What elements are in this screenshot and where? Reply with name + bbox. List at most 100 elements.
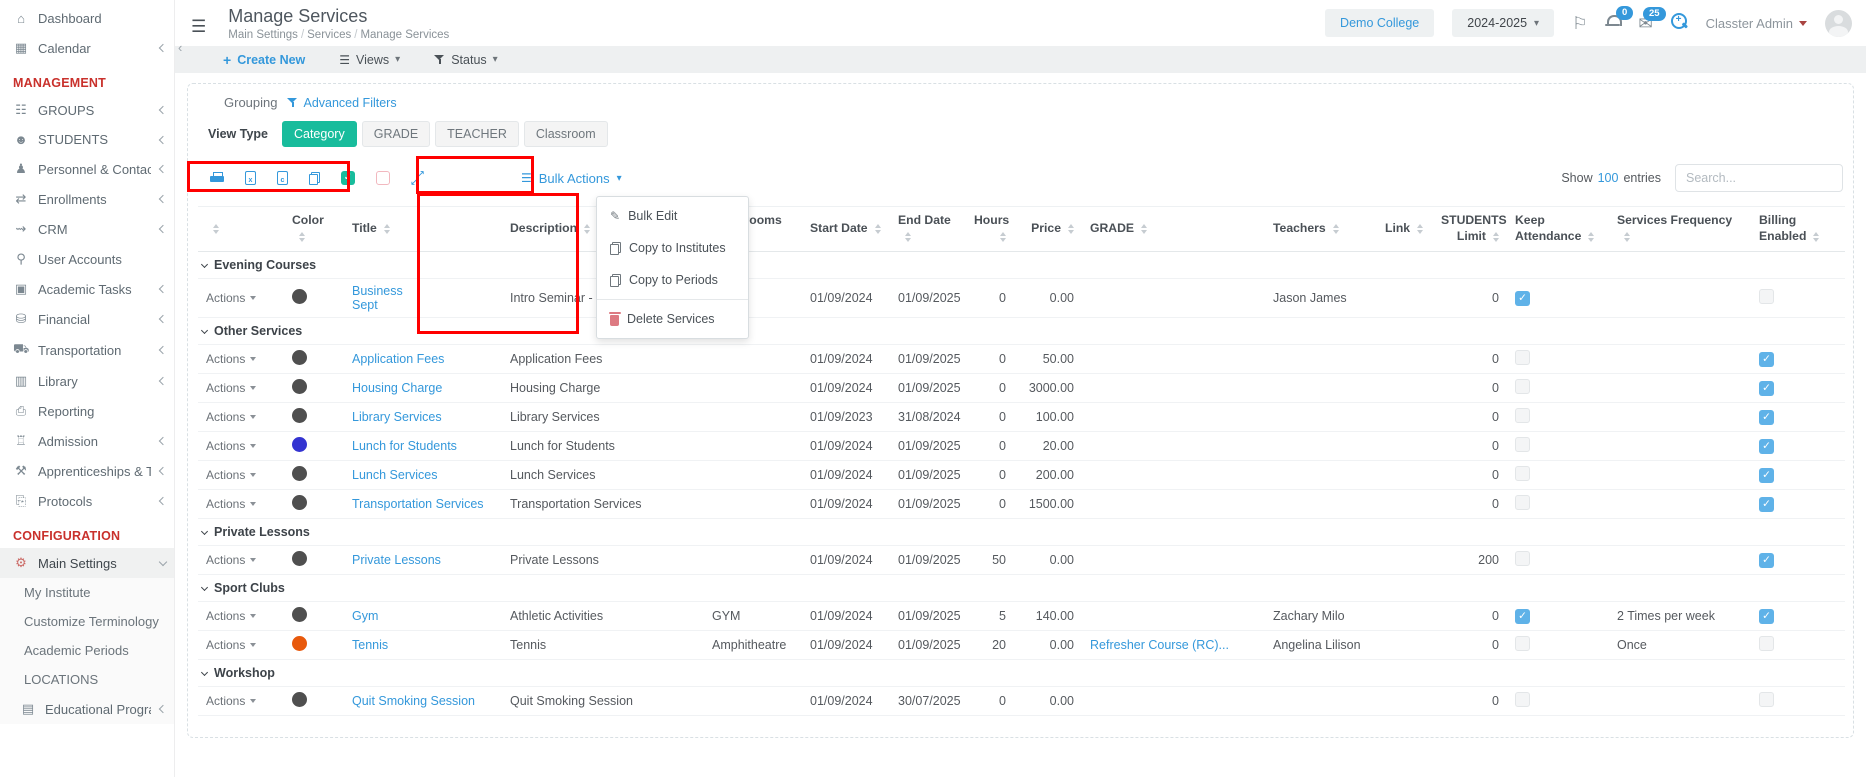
- row-actions-button[interactable]: Actions: [206, 553, 256, 567]
- billing-enabled-checkbox[interactable]: [1759, 692, 1774, 707]
- breadcrumb-item[interactable]: Services: [307, 29, 351, 41]
- zoom-search-icon[interactable]: [1671, 13, 1688, 33]
- advanced-filters-link[interactable]: Advanced Filters: [287, 96, 396, 110]
- sidebar-item-admission[interactable]: ♖Admission: [0, 426, 174, 456]
- breadcrumb-item[interactable]: Main Settings: [228, 29, 298, 41]
- keep-attendance-checkbox[interactable]: [1515, 437, 1530, 452]
- billing-enabled-checkbox[interactable]: ✓: [1759, 468, 1774, 483]
- column-header-link[interactable]: Link: [1377, 207, 1433, 252]
- column-header-teachers[interactable]: Teachers: [1265, 207, 1377, 252]
- sort-icon[interactable]: [1417, 224, 1423, 234]
- institute-button[interactable]: Demo College: [1325, 9, 1434, 37]
- sidebar-item-locations[interactable]: LOCATIONS: [0, 665, 174, 694]
- sort-icon[interactable]: [1493, 232, 1499, 242]
- sidebar-item-groups[interactable]: ☷GROUPS: [0, 95, 174, 125]
- row-actions-button[interactable]: Actions: [206, 439, 256, 453]
- menu-item-copy-to-institutes[interactable]: Copy to Institutes: [597, 232, 748, 264]
- sort-icon[interactable]: [1813, 232, 1819, 242]
- view-type-classroom[interactable]: Classroom: [524, 121, 608, 147]
- flag-icon[interactable]: ⚐: [1572, 15, 1587, 32]
- service-title-link[interactable]: Business Sept: [352, 284, 410, 312]
- sidebar-item-main-settings[interactable]: ⚙Main Settings: [0, 548, 174, 578]
- group-row[interactable]: Evening Courses: [198, 251, 1845, 278]
- export-excel-icon[interactable]: x: [245, 171, 256, 185]
- billing-enabled-checkbox[interactable]: [1759, 636, 1774, 651]
- sidebar-item-my-institute[interactable]: My Institute: [0, 578, 174, 607]
- service-title-link[interactable]: Housing Charge: [352, 381, 442, 395]
- select-all-icon[interactable]: ✓: [341, 171, 355, 185]
- service-title-link[interactable]: Library Services: [352, 410, 442, 424]
- row-actions-button[interactable]: Actions: [206, 381, 256, 395]
- column-header-title[interactable]: Title: [344, 207, 502, 252]
- sidebar-item-reporting[interactable]: ⎙Reporting: [0, 396, 174, 426]
- grade-link[interactable]: Refresher Course (RC)...: [1090, 638, 1229, 652]
- menu-item-copy-to-periods[interactable]: Copy to Periods: [597, 264, 748, 296]
- billing-enabled-checkbox[interactable]: ✓: [1759, 609, 1774, 624]
- sort-icon[interactable]: [584, 224, 590, 234]
- sidebar-item-protocols[interactable]: ⎘Protocols: [0, 486, 174, 516]
- service-title-link[interactable]: Gym: [352, 609, 378, 623]
- row-actions-button[interactable]: Actions: [206, 352, 256, 366]
- keep-attendance-checkbox[interactable]: [1515, 495, 1530, 510]
- bulk-actions-button[interactable]: ☰ Bulk Actions ▾: [521, 171, 622, 186]
- service-title-link[interactable]: Transportation Services: [352, 497, 484, 511]
- sort-icon[interactable]: [1588, 232, 1594, 242]
- academic-year-dropdown[interactable]: 2024-2025 ▾: [1452, 9, 1554, 37]
- sidebar-collapse-icon[interactable]: ‹: [178, 40, 182, 55]
- keep-attendance-checkbox[interactable]: [1515, 379, 1530, 394]
- sidebar-item-educational-programs[interactable]: ▤Educational Programs: [0, 694, 174, 724]
- row-actions-button[interactable]: Actions: [206, 410, 256, 424]
- user-menu[interactable]: Classter Admin: [1706, 16, 1807, 31]
- menu-item-delete-services[interactable]: Delete Services: [597, 303, 748, 335]
- create-new-button[interactable]: + Create New: [223, 52, 305, 68]
- menu-item-bulk-edit[interactable]: ✎Bulk Edit: [597, 200, 748, 232]
- view-type-teacher[interactable]: TEACHER: [435, 121, 519, 147]
- service-title-link[interactable]: Tennis: [352, 638, 388, 652]
- sort-icon[interactable]: [213, 224, 219, 234]
- row-actions-button[interactable]: Actions: [206, 497, 256, 511]
- print-icon[interactable]: [210, 172, 224, 185]
- row-actions-button[interactable]: Actions: [206, 468, 256, 482]
- service-title-link[interactable]: Lunch Services: [352, 468, 437, 482]
- column-header-sort[interactable]: [198, 207, 284, 252]
- group-row[interactable]: Private Lessons: [198, 518, 1845, 545]
- view-type-category[interactable]: Category: [282, 121, 357, 147]
- sort-icon[interactable]: [1000, 232, 1006, 242]
- page-size-select[interactable]: 100: [1598, 171, 1619, 185]
- sort-icon[interactable]: [1068, 224, 1074, 234]
- sidebar-item-academic-tasks[interactable]: ▣Academic Tasks: [0, 274, 174, 304]
- billing-enabled-checkbox[interactable]: ✓: [1759, 352, 1774, 367]
- sidebar-item-calendar[interactable]: ▦Calendar: [0, 33, 174, 63]
- sidebar-item-transportation[interactable]: ⛟Transportation: [0, 334, 174, 366]
- breadcrumb-item[interactable]: Manage Services: [360, 29, 449, 41]
- keep-attendance-checkbox[interactable]: [1515, 408, 1530, 423]
- sidebar-item-enrollments[interactable]: ⇄Enrollments: [0, 184, 174, 214]
- keep-attendance-checkbox[interactable]: ✓: [1515, 609, 1530, 624]
- group-row[interactable]: Sport Clubs: [198, 574, 1845, 601]
- billing-enabled-checkbox[interactable]: ✓: [1759, 553, 1774, 568]
- column-header-hours[interactable]: Hours: [966, 207, 1014, 252]
- sidebar-item-crm[interactable]: ⇝CRM: [0, 214, 174, 244]
- column-header-students-limit[interactable]: STUDENTS Limit: [1433, 207, 1507, 252]
- messages-envelope-icon[interactable]: ✉ 25: [1638, 15, 1652, 32]
- service-title-link[interactable]: Private Lessons: [352, 553, 441, 567]
- sidebar-item-user-accounts[interactable]: ⚲User Accounts: [0, 244, 174, 274]
- column-header-grade[interactable]: GRADE: [1082, 207, 1265, 252]
- sidebar-item-personnel-contacts[interactable]: ♟Personnel & Contacts: [0, 154, 174, 184]
- keep-attendance-checkbox[interactable]: [1515, 466, 1530, 481]
- column-header-services-frequency[interactable]: Services Frequency: [1609, 207, 1751, 252]
- sort-icon[interactable]: [905, 232, 911, 242]
- sidebar-item-apprenticeships-thesis[interactable]: ⚒Apprenticeships & Thesis: [0, 456, 174, 486]
- sort-icon[interactable]: [1333, 224, 1339, 234]
- column-header-keep-attendance[interactable]: Keep Attendance: [1507, 207, 1609, 252]
- copy-icon[interactable]: [309, 172, 320, 185]
- views-dropdown[interactable]: ☰ Views ▾: [339, 53, 400, 67]
- keep-attendance-checkbox[interactable]: ✓: [1515, 291, 1530, 306]
- column-header-color[interactable]: Color: [284, 207, 344, 252]
- billing-enabled-checkbox[interactable]: ✓: [1759, 497, 1774, 512]
- keep-attendance-checkbox[interactable]: [1515, 350, 1530, 365]
- group-row[interactable]: Workshop: [198, 659, 1845, 686]
- sort-icon[interactable]: [384, 224, 390, 234]
- billing-enabled-checkbox[interactable]: [1759, 289, 1774, 304]
- column-header-price[interactable]: Price: [1014, 207, 1082, 252]
